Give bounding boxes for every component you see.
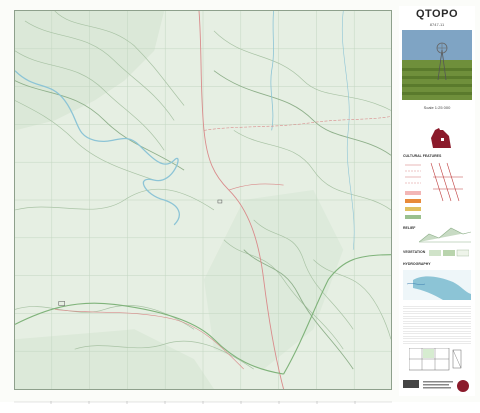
legend-panel: QTOPO 8747-11 Scale 1:25 000 CULTURAL FE… xyxy=(399,6,475,396)
state-locality-map xyxy=(431,128,451,148)
publisher-logos xyxy=(403,380,469,392)
adjoining-sheets-diagram xyxy=(409,348,462,371)
sheet-number: 8747-11 xyxy=(429,22,445,27)
topographic-map-panel[interactable] xyxy=(14,10,392,390)
cultural-features-legend xyxy=(405,162,463,219)
vegetation-heading: VEGETATION xyxy=(403,250,426,254)
map-notes-text xyxy=(403,304,471,344)
cover-photo xyxy=(402,30,472,100)
cultural-features-heading: CULTURAL FEATURES xyxy=(403,154,442,158)
vegetation-legend xyxy=(429,249,469,257)
map-title: QTOPO xyxy=(415,8,459,20)
hydrography-legend xyxy=(403,270,471,300)
relief-legend xyxy=(419,227,471,243)
map-sheet: QTOPO 8747-11 Scale 1:25 000 CULTURAL FE… xyxy=(0,0,480,404)
windmill-photo xyxy=(402,30,472,100)
relief-heading: RELIEF xyxy=(403,226,416,230)
footer-grid-ticks xyxy=(14,401,392,404)
topographic-map xyxy=(15,11,391,389)
map-footer xyxy=(0,395,480,404)
hydrography-heading: HYDROGRAPHY xyxy=(403,262,431,266)
scale-label: Scale 1:25 000 xyxy=(423,105,451,110)
